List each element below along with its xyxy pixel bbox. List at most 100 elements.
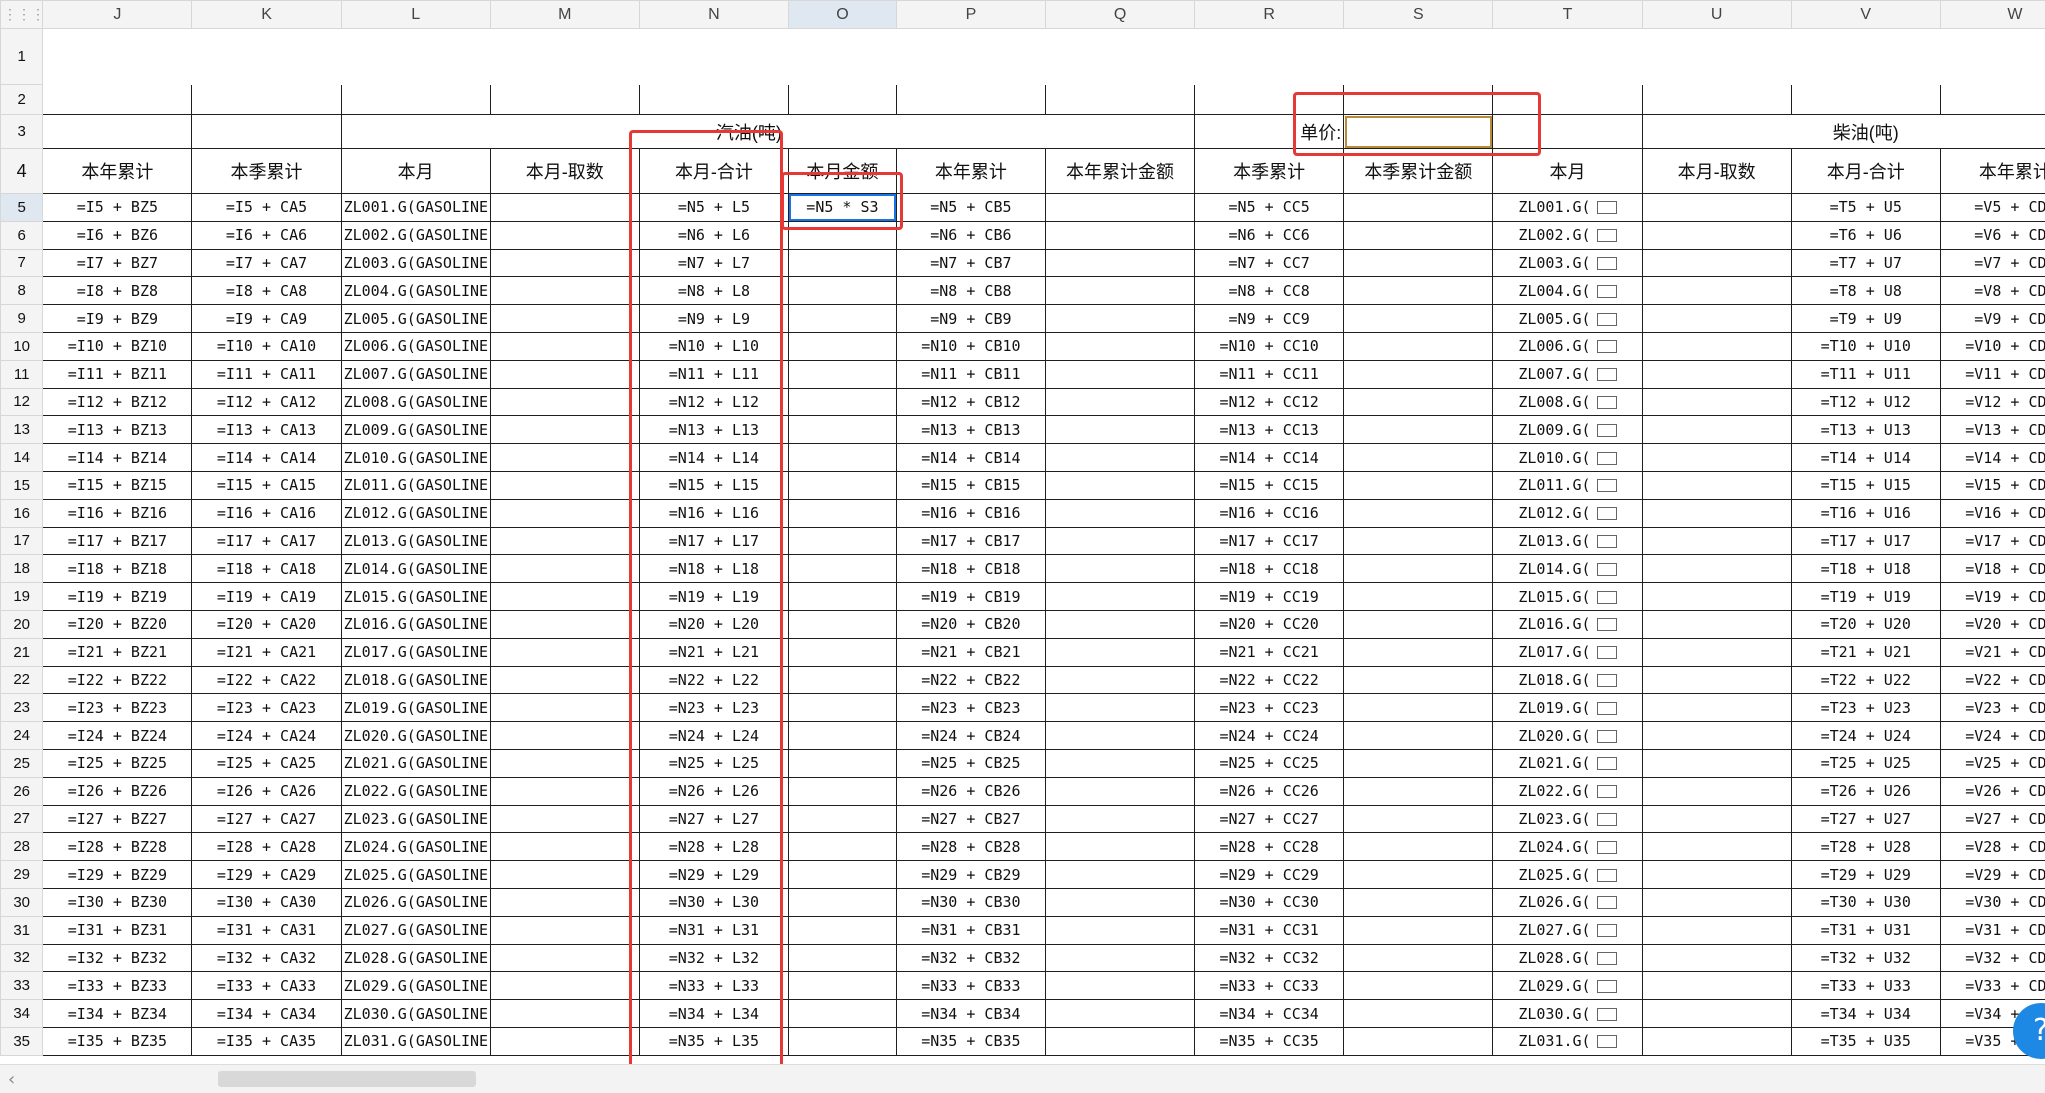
cell-dropdown-icon[interactable] <box>1597 980 1617 993</box>
cell-l[interactable]: ZL009.G(GASOLINE <box>341 416 490 444</box>
cell-s[interactable] <box>1344 1000 1493 1028</box>
cell-k[interactable]: =I5 + CA5 <box>192 194 341 222</box>
field-header-cell[interactable]: 本月-取数 <box>490 149 639 194</box>
cell-u[interactable] <box>1642 1027 1791 1055</box>
cell-k[interactable]: =I20 + CA20 <box>192 610 341 638</box>
cell-w[interactable]: =V6 + CD6 <box>1940 221 2045 249</box>
row-header[interactable]: 15 <box>1 471 43 499</box>
cell-n[interactable]: =N29 + L29 <box>639 861 788 889</box>
cell-n[interactable]: =N16 + L16 <box>639 499 788 527</box>
cell-k[interactable]: =I27 + CA27 <box>192 805 341 833</box>
cell-t[interactable]: ZL009.G( <box>1493 416 1642 444</box>
row-header[interactable]: 4 <box>1 149 43 194</box>
cell-j[interactable]: =I22 + BZ22 <box>43 666 192 694</box>
cell-k[interactable]: =I34 + CA34 <box>192 1000 341 1028</box>
cell-l[interactable]: ZL016.G(GASOLINE <box>341 610 490 638</box>
cell-dropdown-icon[interactable] <box>1597 229 1617 242</box>
cell-t[interactable]: ZL026.G( <box>1493 888 1642 916</box>
cell-s[interactable] <box>1344 471 1493 499</box>
cell-q[interactable] <box>1045 1027 1194 1055</box>
cell-t[interactable]: ZL006.G( <box>1493 332 1642 360</box>
cell-t[interactable]: ZL024.G( <box>1493 833 1642 861</box>
cell-r[interactable]: =N14 + CC14 <box>1195 444 1344 472</box>
cell-q[interactable] <box>1045 249 1194 277</box>
cell-s[interactable] <box>1344 888 1493 916</box>
cell-n[interactable]: =N8 + L8 <box>639 277 788 305</box>
row-header[interactable]: 18 <box>1 555 43 583</box>
cell-l[interactable]: ZL028.G(GASOLINE <box>341 944 490 972</box>
cell-m[interactable] <box>490 888 639 916</box>
cell-l[interactable]: ZL024.G(GASOLINE <box>341 833 490 861</box>
cell-v[interactable]: =T11 + U11 <box>1791 360 1940 388</box>
cell-o[interactable] <box>789 583 897 611</box>
scroll-left-icon[interactable]: ‹ <box>8 1069 15 1090</box>
cell-w[interactable]: =V30 + CD30 <box>1940 888 2045 916</box>
cell-p[interactable]: =N32 + CB32 <box>896 944 1045 972</box>
cell-k[interactable]: =I6 + CA6 <box>192 221 341 249</box>
cell-p[interactable]: =N9 + CB9 <box>896 305 1045 333</box>
cell-j[interactable]: =I21 + BZ21 <box>43 638 192 666</box>
cell-q[interactable] <box>1045 666 1194 694</box>
cell-m[interactable] <box>490 249 639 277</box>
cell-s[interactable] <box>1344 666 1493 694</box>
cell-p[interactable]: =N26 + CB26 <box>896 777 1045 805</box>
cell-m[interactable] <box>490 305 639 333</box>
cell-u[interactable] <box>1642 749 1791 777</box>
cell-o[interactable] <box>789 305 897 333</box>
cell-k[interactable]: =I35 + CA35 <box>192 1027 341 1055</box>
cell-p[interactable]: =N13 + CB13 <box>896 416 1045 444</box>
cell-t[interactable]: ZL019.G( <box>1493 694 1642 722</box>
cell-p[interactable]: =N21 + CB21 <box>896 638 1045 666</box>
cell-l[interactable]: ZL006.G(GASOLINE <box>341 332 490 360</box>
cell-dropdown-icon[interactable] <box>1597 313 1617 326</box>
cell-r[interactable]: =N31 + CC31 <box>1195 916 1344 944</box>
cell-k[interactable]: =I31 + CA31 <box>192 916 341 944</box>
cell-n[interactable]: =N19 + L19 <box>639 583 788 611</box>
cell-dropdown-icon[interactable] <box>1597 257 1617 270</box>
cell-k[interactable]: =I25 + CA25 <box>192 749 341 777</box>
cell-q[interactable] <box>1045 388 1194 416</box>
cell-m[interactable] <box>490 194 639 222</box>
cell-u[interactable] <box>1642 360 1791 388</box>
cell-q[interactable] <box>1045 583 1194 611</box>
cell-s[interactable] <box>1344 861 1493 889</box>
column-header-l[interactable]: L <box>341 1 490 29</box>
cell-j[interactable]: =I17 + BZ17 <box>43 527 192 555</box>
cell-v[interactable]: =T30 + U30 <box>1791 888 1940 916</box>
cell-p[interactable]: =N33 + CB33 <box>896 972 1045 1000</box>
cell-o[interactable] <box>789 527 897 555</box>
cell-o[interactable] <box>789 777 897 805</box>
cell-l[interactable]: ZL002.G(GASOLINE <box>341 221 490 249</box>
cell-j[interactable]: =I13 + BZ13 <box>43 416 192 444</box>
cell-p[interactable]: =N27 + CB27 <box>896 805 1045 833</box>
cell-n[interactable]: =N11 + L11 <box>639 360 788 388</box>
cell-k[interactable]: =I10 + CA10 <box>192 332 341 360</box>
cell-q[interactable] <box>1045 861 1194 889</box>
cell-t[interactable]: ZL028.G( <box>1493 944 1642 972</box>
cell-q[interactable] <box>1045 194 1194 222</box>
cell-l[interactable]: ZL004.G(GASOLINE <box>341 277 490 305</box>
cell-t[interactable]: ZL025.G( <box>1493 861 1642 889</box>
cell-t[interactable]: ZL022.G( <box>1493 777 1642 805</box>
cell-m[interactable] <box>490 777 639 805</box>
cell-dropdown-icon[interactable] <box>1597 535 1617 548</box>
cell-l[interactable]: ZL003.G(GASOLINE <box>341 249 490 277</box>
cell-o[interactable] <box>789 749 897 777</box>
cell-k[interactable]: =I19 + CA19 <box>192 583 341 611</box>
gasoline-group-header[interactable]: 汽油(吨) <box>341 115 1195 149</box>
cell-n[interactable]: =N28 + L28 <box>639 833 788 861</box>
cell-u[interactable] <box>1642 944 1791 972</box>
cell-m[interactable] <box>490 833 639 861</box>
cell-p[interactable]: =N16 + CB16 <box>896 499 1045 527</box>
field-header-cell[interactable]: 本年累计 <box>1940 149 2045 194</box>
cell-v[interactable]: =T10 + U10 <box>1791 332 1940 360</box>
cell-q[interactable] <box>1045 805 1194 833</box>
cell-j[interactable]: =I14 + BZ14 <box>43 444 192 472</box>
cell-p[interactable]: =N17 + CB17 <box>896 527 1045 555</box>
row-header[interactable]: 2 <box>1 85 43 115</box>
cell-q[interactable] <box>1045 749 1194 777</box>
scrollbar-thumb[interactable] <box>218 1071 476 1087</box>
cell-m[interactable] <box>490 1027 639 1055</box>
cell-u[interactable] <box>1642 972 1791 1000</box>
cell-w[interactable]: =V11 + CD11 <box>1940 360 2045 388</box>
